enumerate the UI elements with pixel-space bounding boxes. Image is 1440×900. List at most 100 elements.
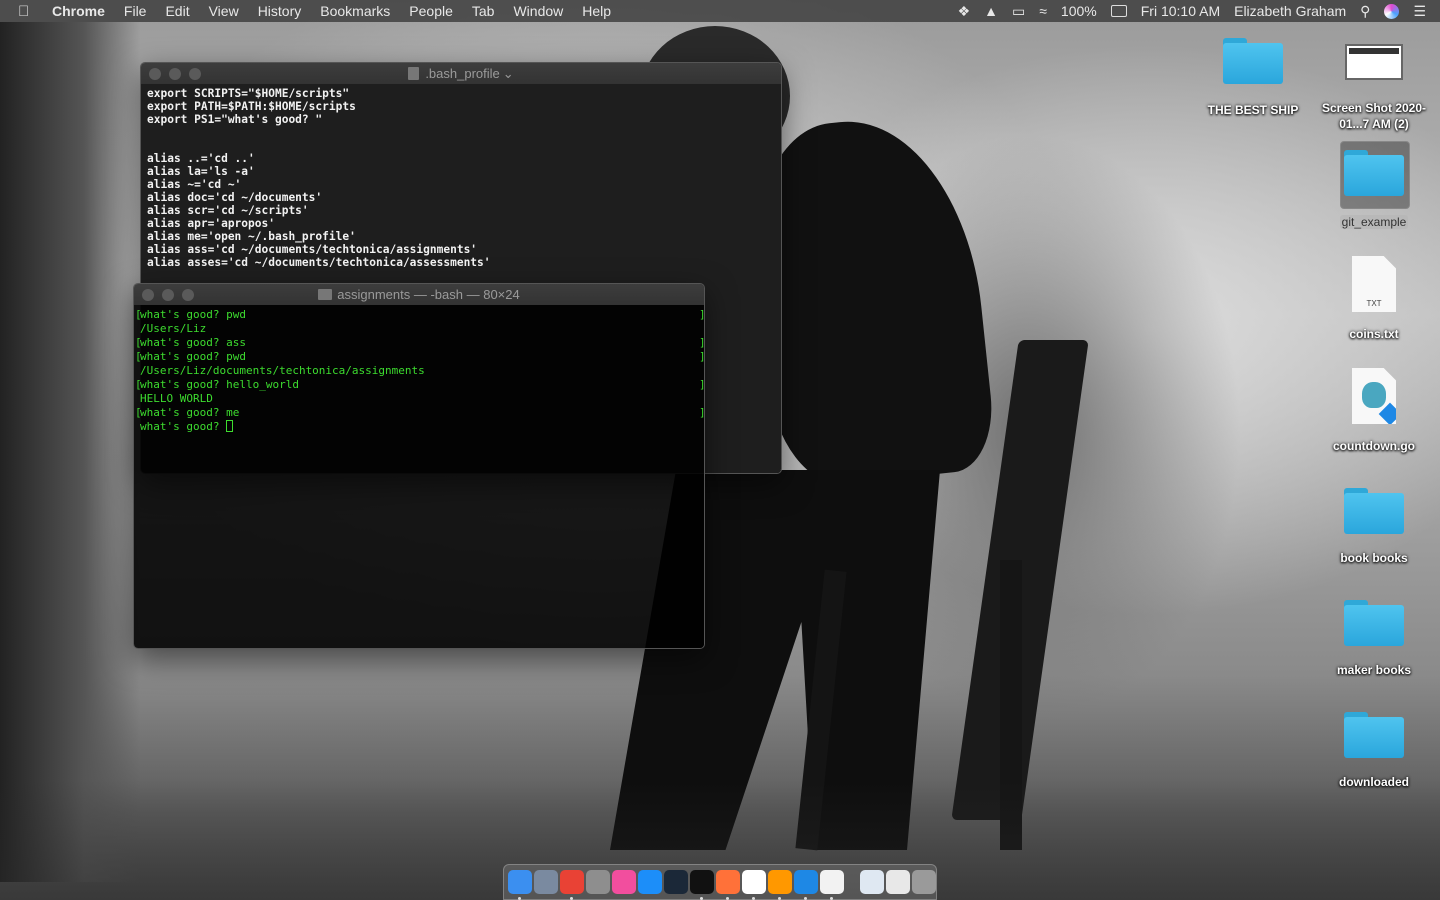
menu-history[interactable]: History: [258, 3, 302, 19]
notification-status-icon[interactable]: ▲: [984, 3, 998, 19]
mark-bracket: ]: [699, 336, 705, 349]
zoom-button[interactable]: [189, 68, 201, 80]
title-menu-chevron-icon[interactable]: ⌄: [503, 66, 514, 82]
terminal-titlebar[interactable]: assignments — -bash — 80×24: [134, 284, 704, 305]
apple-menu-icon[interactable]: : [18, 3, 38, 20]
terminal-icon[interactable]: [690, 870, 714, 900]
terminal-line-text: what's good? pwd: [140, 308, 246, 321]
siri-icon[interactable]: [1384, 3, 1400, 19]
terminal-prompt-line[interactable]: what's good?: [134, 420, 704, 434]
desktop-folder-git-example[interactable]: git_example: [1314, 150, 1434, 230]
menu-bookmarks[interactable]: Bookmarks: [320, 3, 390, 19]
firefox-icon[interactable]: [716, 870, 740, 900]
terminal-line-text: /Users/Liz: [140, 322, 207, 335]
zoom-button[interactable]: [182, 289, 194, 301]
terminal-title: assignments — -bash — 80×24: [337, 287, 520, 302]
steam-icon[interactable]: [664, 870, 688, 894]
mark-bracket: ]: [699, 350, 705, 363]
editor-line: export PATH=$PATH:$HOME/scripts: [147, 100, 356, 113]
terminal-line: [what's good? hello_world]: [134, 378, 704, 392]
terminal-line: [what's good? ass]: [134, 336, 704, 350]
terminal-line: HELLO WORLD: [134, 392, 704, 406]
desktop-folder-downloaded[interactable]: downloaded: [1314, 712, 1434, 790]
folder-icon: [1344, 600, 1404, 646]
trash-icon[interactable]: [912, 870, 936, 894]
desktop-screenshot-file[interactable]: Screen Shot 2020-01...7 AM (2): [1314, 38, 1434, 132]
editor-title: .bash_profile: [425, 66, 500, 81]
itunes-icon[interactable]: [612, 870, 636, 894]
go-file-icon: [1352, 368, 1396, 424]
terminal-line: /Users/Liz: [134, 322, 704, 336]
menu-app-name[interactable]: Chrome: [52, 3, 105, 19]
slack-icon[interactable]: [742, 870, 766, 900]
editor-titlebar[interactable]: .bash_profile ⌄: [141, 63, 781, 84]
mark-bracket: ]: [699, 406, 705, 419]
editor-line: export PS1="what's good? ": [147, 113, 323, 126]
editor-line: alias la='ls -a': [147, 165, 255, 178]
menu-help[interactable]: Help: [582, 3, 611, 19]
desktop-file-coins-txt[interactable]: TXT coins.txt: [1314, 256, 1434, 342]
mark-bracket: [: [135, 336, 142, 349]
editor-line: alias ..='cd ..': [147, 152, 255, 165]
dropbox-icon[interactable]: ❖: [958, 3, 971, 20]
mark-bracket: ]: [699, 378, 705, 391]
terminal-window: assignments — -bash — 80×24 [what's good…: [133, 283, 705, 649]
battery-percent[interactable]: 100%: [1061, 3, 1097, 19]
terminal-line-text: what's good? hello_world: [140, 378, 299, 391]
editor-line: alias apr='apropos': [147, 217, 275, 230]
chrome-icon[interactable]: [560, 870, 584, 900]
terminal-line-text: HELLO WORLD: [140, 392, 213, 405]
user-name[interactable]: Elizabeth Graham: [1234, 3, 1346, 19]
sublime-text-icon[interactable]: [768, 870, 792, 900]
editor-line: export SCRIPTS="$HOME/scripts": [147, 87, 350, 100]
menu-edit[interactable]: Edit: [165, 3, 189, 19]
menu-view[interactable]: View: [209, 3, 239, 19]
dock: [503, 864, 937, 900]
airplay-icon[interactable]: ▭: [1012, 3, 1025, 20]
folder-icon: [1344, 712, 1404, 758]
desktop-file-countdown-go[interactable]: countdown.go: [1314, 368, 1434, 454]
battery-icon[interactable]: [1110, 5, 1127, 17]
system-preferences-icon[interactable]: [586, 870, 610, 894]
close-button[interactable]: [149, 68, 161, 80]
textedit-icon[interactable]: [820, 870, 844, 900]
terminal-line-text: what's good? pwd: [140, 350, 246, 363]
editor-line: alias me='open ~/.bash_profile': [147, 230, 356, 243]
editor-line: alias doc='cd ~/documents': [147, 191, 323, 204]
editor-line: alias asses='cd ~/documents/techtonica/a…: [147, 256, 491, 269]
terminal-line-text: what's good? me: [140, 406, 240, 419]
close-button[interactable]: [142, 289, 154, 301]
terminal-prompt: what's good?: [140, 420, 227, 433]
desktop-folder-book-books[interactable]: book books: [1314, 488, 1434, 566]
downloads-stack-icon[interactable]: [886, 870, 910, 894]
terminal-output[interactable]: [what's good? pwd]/Users/Liz[what's good…: [134, 305, 705, 648]
vscode-icon[interactable]: [794, 870, 818, 900]
launchpad-icon[interactable]: [534, 870, 558, 894]
spotlight-search-icon[interactable]: ⚲: [1360, 3, 1370, 20]
notification-center-icon[interactable]: ☰: [1413, 3, 1426, 20]
text-cursor: [226, 420, 234, 432]
menu-window[interactable]: Window: [513, 3, 563, 19]
wifi-icon[interactable]: ≈: [1039, 3, 1047, 19]
minimize-button[interactable]: [169, 68, 181, 80]
finder-icon[interactable]: [508, 870, 532, 900]
desktop-icon-label: THE BEST SHIP: [1207, 103, 1299, 117]
wallpaper-chair-leg: [1000, 560, 1022, 850]
menu-file[interactable]: File: [124, 3, 147, 19]
desktop-folder-the-best-ship[interactable]: THE BEST SHIP: [1193, 38, 1313, 118]
terminal-line-text: /Users/Liz/documents/techtonica/assignme…: [140, 364, 425, 377]
desktop-icon-label: git_example: [1339, 215, 1409, 229]
document-icon: [408, 67, 420, 80]
folder-icon: [318, 289, 333, 300]
menu-people[interactable]: People: [409, 3, 453, 19]
editor-line: alias ~='cd ~': [147, 178, 242, 191]
menu-tab[interactable]: Tab: [472, 3, 495, 19]
desktop-icon-label: Screen Shot 2020-01...7 AM (2): [1321, 101, 1427, 131]
editor-line: alias scr='cd ~/scripts': [147, 204, 309, 217]
desktop-folder-maker-books[interactable]: maker books: [1314, 600, 1434, 678]
documents-stack-icon[interactable]: [860, 870, 884, 894]
app-store-icon[interactable]: [638, 870, 662, 894]
clock[interactable]: Fri 10:10 AM: [1141, 3, 1220, 19]
terminal-line: /Users/Liz/documents/techtonica/assignme…: [134, 364, 704, 378]
minimize-button[interactable]: [162, 289, 174, 301]
